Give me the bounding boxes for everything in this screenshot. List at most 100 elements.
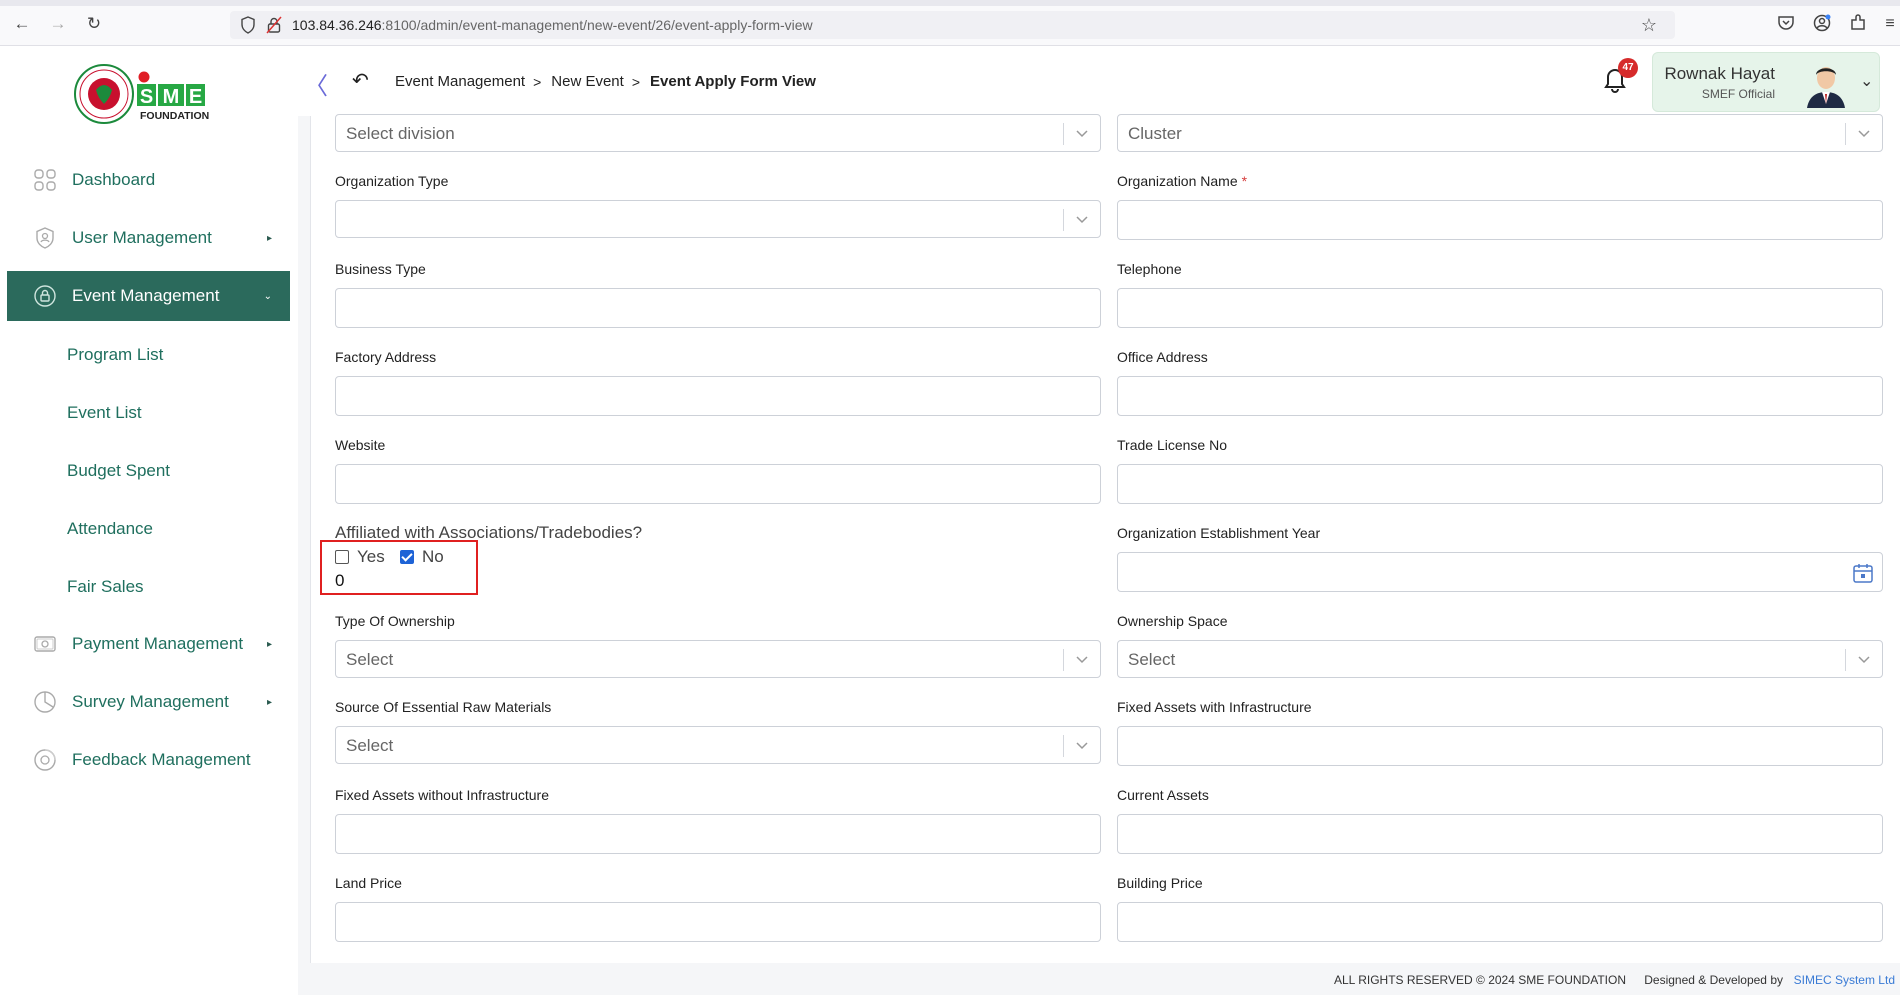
breadcrumb-current: Event Apply Form View bbox=[650, 73, 816, 90]
tab-strip bbox=[0, 0, 1900, 6]
sidebar-item-dashboard[interactable]: Dashboard bbox=[7, 155, 290, 205]
fixed-assets-without-input[interactable] bbox=[335, 814, 1101, 854]
back-arrow-icon[interactable]: ← bbox=[12, 14, 32, 34]
affiliated-no-checkbox[interactable] bbox=[400, 550, 414, 564]
svg-text:FOUNDATION: FOUNDATION bbox=[140, 110, 209, 122]
breadcrumb-event-management[interactable]: Event Management bbox=[395, 73, 525, 90]
shield-icon bbox=[241, 16, 255, 34]
cluster-placeholder: Cluster bbox=[1128, 124, 1182, 143]
current-assets-label: Current Assets bbox=[1117, 787, 1209, 803]
raw-materials-label: Source Of Essential Raw Materials bbox=[335, 699, 552, 715]
trade-license-input[interactable] bbox=[1117, 464, 1883, 504]
ownership-space-label: Ownership Space bbox=[1117, 613, 1228, 629]
fixed-assets-without-label: Fixed Assets without Infrastructure bbox=[335, 787, 549, 803]
menu-icon[interactable]: ≡ bbox=[1880, 14, 1900, 34]
ownership-space-select[interactable]: Select bbox=[1117, 640, 1883, 678]
select-divider bbox=[1063, 735, 1064, 757]
undo-back-icon[interactable]: ↶ bbox=[352, 68, 369, 93]
chevron-down-icon bbox=[1858, 656, 1870, 664]
chevron-right-icon: > bbox=[533, 73, 542, 90]
select-divider bbox=[1845, 649, 1846, 671]
select-divider bbox=[1845, 123, 1846, 145]
sidebar-item-label: Survey Management bbox=[72, 692, 229, 711]
type-of-ownership-select[interactable]: Select bbox=[335, 640, 1101, 678]
office-address-label: Office Address bbox=[1117, 349, 1208, 365]
sidebar: Dashboard User Management ▸ Event Manage… bbox=[7, 155, 290, 953]
caret-right-icon: ▸ bbox=[266, 638, 272, 650]
sidebar-item-event-management[interactable]: Event Management ⌄ bbox=[7, 271, 290, 321]
footer: ALL RIGHTS RESERVED © 2024 SME FOUNDATIO… bbox=[298, 963, 1900, 995]
caret-right-icon: ▸ bbox=[266, 232, 272, 244]
chevron-down-icon bbox=[1076, 216, 1088, 224]
chevron-down-icon bbox=[1858, 130, 1870, 138]
url-path: :8100/admin/event-management/new-event/2… bbox=[381, 17, 813, 33]
organization-type-select[interactable] bbox=[335, 200, 1101, 238]
reload-icon[interactable]: ↻ bbox=[84, 14, 104, 34]
extensions-icon[interactable] bbox=[1848, 14, 1868, 34]
sidebar-item-survey-management[interactable]: Survey Management ▸ bbox=[7, 677, 290, 727]
forward-arrow-icon[interactable]: → bbox=[48, 14, 68, 34]
website-label: Website bbox=[335, 437, 386, 453]
footer-designed-by: Designed & Developed by bbox=[1644, 973, 1783, 987]
sidebar-subitem-fair-sales[interactable]: Fair Sales bbox=[67, 577, 144, 597]
affiliated-no-label[interactable]: No bbox=[422, 547, 444, 567]
sidebar-subitem-budget-spent[interactable]: Budget Spent bbox=[67, 461, 170, 481]
trade-license-label: Trade License No bbox=[1117, 437, 1227, 453]
business-type-label: Business Type bbox=[335, 261, 426, 277]
division-select[interactable]: Select division bbox=[335, 114, 1101, 152]
land-price-input[interactable] bbox=[335, 902, 1101, 942]
telephone-input[interactable] bbox=[1117, 288, 1883, 328]
sidebar-item-payment-management[interactable]: Payment Management ▸ bbox=[7, 619, 290, 669]
building-price-label: Building Price bbox=[1117, 875, 1203, 891]
chevron-down-icon[interactable]: ⌄ bbox=[1860, 71, 1873, 91]
office-address-input[interactable] bbox=[1117, 376, 1883, 416]
division-placeholder: Select division bbox=[346, 124, 455, 143]
sidebar-subitem-program-list[interactable]: Program List bbox=[67, 345, 163, 365]
select-divider bbox=[1063, 123, 1064, 145]
sidebar-subitem-event-list[interactable]: Event List bbox=[67, 403, 142, 423]
cluster-select[interactable]: Cluster bbox=[1117, 114, 1883, 152]
sidebar-item-user-management[interactable]: User Management ▸ bbox=[7, 213, 290, 263]
fixed-assets-with-label: Fixed Assets with Infrastructure bbox=[1117, 699, 1312, 715]
select-placeholder: Select bbox=[346, 650, 394, 669]
sidebar-item-feedback-management[interactable]: Feedback Management bbox=[7, 735, 290, 785]
account-icon[interactable] bbox=[1812, 14, 1832, 34]
pocket-icon[interactable] bbox=[1776, 14, 1796, 34]
pie-chart-icon bbox=[34, 691, 56, 713]
dashboard-icon bbox=[34, 169, 56, 191]
app-header: S M E FOUNDATION 〈 ↶ Event Management > … bbox=[0, 46, 1900, 124]
website-input[interactable] bbox=[335, 464, 1101, 504]
insecure-lock-icon bbox=[266, 16, 282, 34]
building-price-input[interactable] bbox=[1117, 902, 1883, 942]
factory-address-input[interactable] bbox=[335, 376, 1101, 416]
sidebar-collapse-icon[interactable]: 〈 bbox=[304, 66, 328, 101]
land-price-label: Land Price bbox=[335, 875, 402, 891]
user-name: Rownak Hayat bbox=[1664, 64, 1775, 83]
footer-developer-link[interactable]: SIMEC System Ltd bbox=[1794, 973, 1895, 987]
user-profile-menu[interactable]: Rownak Hayat SMEF Official ⌄ bbox=[1652, 52, 1880, 112]
avatar bbox=[1807, 67, 1845, 108]
establishment-year-input[interactable] bbox=[1117, 552, 1883, 592]
shield-user-icon bbox=[36, 227, 54, 249]
address-bar[interactable]: 103.84.36.246:8100/admin/event-managemen… bbox=[230, 11, 1675, 39]
calendar-icon[interactable] bbox=[1852, 562, 1874, 584]
current-assets-input[interactable] bbox=[1117, 814, 1883, 854]
caret-down-icon: ⌄ bbox=[263, 290, 272, 302]
factory-address-label: Factory Address bbox=[335, 349, 437, 365]
organization-type-label: Organization Type bbox=[335, 173, 449, 189]
affiliated-yes-label[interactable]: Yes bbox=[357, 547, 385, 567]
breadcrumb-new-event[interactable]: New Event bbox=[551, 73, 624, 90]
affiliated-yes-checkbox[interactable] bbox=[335, 550, 349, 564]
raw-materials-select[interactable]: Select bbox=[335, 726, 1101, 764]
organization-name-input[interactable] bbox=[1117, 200, 1883, 240]
type-of-ownership-label: Type Of Ownership bbox=[335, 613, 455, 629]
sme-foundation-logo: S M E FOUNDATION bbox=[74, 64, 209, 124]
select-placeholder: Select bbox=[346, 736, 394, 755]
sidebar-item-label: User Management bbox=[72, 228, 212, 247]
fixed-assets-with-input[interactable] bbox=[1117, 726, 1883, 766]
payment-icon bbox=[34, 636, 56, 652]
bookmark-star-icon[interactable]: ☆ bbox=[1641, 15, 1657, 36]
sidebar-subitem-attendance[interactable]: Attendance bbox=[67, 519, 153, 539]
business-type-input[interactable] bbox=[335, 288, 1101, 328]
sidebar-item-label: Dashboard bbox=[72, 170, 156, 189]
